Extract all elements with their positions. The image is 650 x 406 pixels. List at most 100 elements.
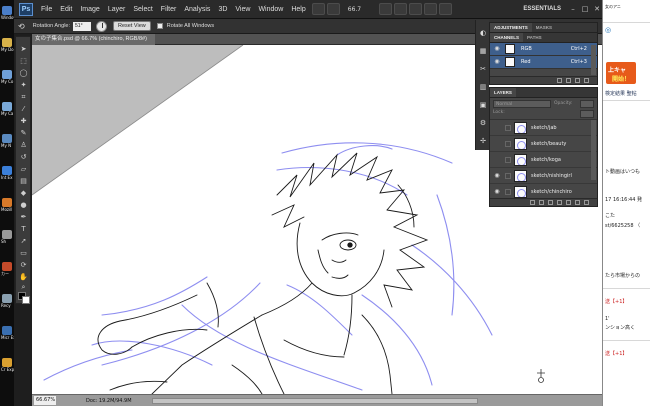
delete-channel-icon[interactable] — [584, 78, 589, 83]
background-color-swatch[interactable] — [22, 296, 30, 304]
document-tab[interactable]: 女の子集合.psd @ 66.7% (chinchiro, RGB/8#) — [32, 34, 155, 45]
screen-mode-icon[interactable] — [439, 3, 453, 15]
channel-row-red[interactable]: ◉ Red Ctrl+3 — [490, 56, 597, 69]
browser-text[interactable]: 検定結果 聖帖 — [605, 90, 637, 97]
zoom-tool-icon[interactable] — [394, 3, 408, 15]
move-tool-icon[interactable]: ➤ — [19, 45, 28, 54]
browser-vote-link[interactable]: 送【+1】 — [605, 350, 627, 357]
reset-view-button[interactable]: Reset View — [113, 21, 151, 31]
menu-layer[interactable]: Layer — [104, 0, 130, 19]
browser-vote-link[interactable]: 送【+1】 — [605, 298, 627, 305]
layer-row[interactable]: sketch/jab — [490, 120, 597, 136]
layer-link-box[interactable] — [505, 172, 511, 179]
eye-icon[interactable]: ◉ — [493, 188, 501, 196]
opacity-input[interactable] — [580, 100, 594, 108]
layer-row[interactable]: ◉ sketch/nishingirl — [490, 168, 597, 184]
desktop-icon[interactable]: Cr Exp — [1, 358, 14, 372]
arrange-documents-icon[interactable] — [424, 3, 438, 15]
menu-edit[interactable]: Edit — [56, 0, 76, 19]
layer-mask-icon[interactable] — [548, 200, 553, 205]
rotate-view-icon[interactable] — [409, 3, 423, 15]
hand-tool-icon[interactable]: ✋ — [19, 273, 28, 282]
lasso-tool-icon[interactable]: ◯ — [19, 69, 28, 78]
banner-ad[interactable]: 上キャ 開始！ — [606, 62, 636, 84]
path-selection-icon[interactable]: ➚ — [19, 237, 28, 246]
clone-stamp-icon[interactable]: ♙ — [19, 141, 28, 150]
layer-style-icon[interactable] — [539, 200, 544, 205]
workspace-switcher[interactable]: ESSENTIALS — [518, 4, 566, 14]
layer-row[interactable]: sketch/beauty — [490, 136, 597, 152]
rotation-dial[interactable] — [96, 20, 108, 32]
menu-view[interactable]: View — [231, 0, 254, 19]
adjustment-layer-icon[interactable] — [557, 200, 562, 205]
menu-analysis[interactable]: Analysis — [180, 0, 214, 19]
eye-icon[interactable] — [493, 156, 501, 164]
menu-help[interactable]: Help — [287, 0, 309, 19]
layers-scrollbar[interactable] — [591, 120, 596, 180]
menu-window[interactable]: Window — [254, 0, 287, 19]
3d-rotate-icon[interactable]: ⟳ — [19, 261, 28, 270]
pen-tool-icon[interactable]: ✒ — [19, 213, 28, 222]
shape-tool-icon[interactable]: ▭ — [19, 249, 28, 258]
fill-input[interactable] — [580, 110, 594, 118]
layer-link-box[interactable] — [505, 188, 511, 195]
eye-icon[interactable]: ◉ — [493, 58, 501, 66]
desktop-icon[interactable]: Sh — [1, 230, 13, 244]
bridge-button[interactable] — [311, 3, 325, 15]
desktop-icon[interactable]: Int Ex — [1, 166, 13, 180]
eyedropper-tool-icon[interactable]: ⁄ — [19, 105, 28, 114]
dodge-tool-icon[interactable]: ● — [19, 201, 28, 210]
desktop-icon[interactable]: My Co — [1, 70, 13, 84]
eye-icon[interactable]: ◉ — [493, 172, 501, 180]
horizontal-scrollbar[interactable] — [152, 398, 478, 404]
eraser-tool-icon[interactable]: ▱ — [19, 165, 28, 174]
desktop-icon[interactable]: Recy — [1, 294, 13, 308]
rotation-angle-input[interactable] — [73, 21, 92, 31]
desktop-icon[interactable]: My Ca — [1, 102, 13, 116]
browser-text[interactable]: st/6625258 （ — [605, 222, 640, 229]
menu-file[interactable]: File — [37, 0, 56, 19]
gradient-tool-icon[interactable]: ▤ — [19, 177, 28, 186]
eye-icon[interactable]: ◉ — [493, 45, 501, 53]
blur-tool-icon[interactable]: ◆ — [19, 189, 28, 198]
healing-brush-icon[interactable]: ✚ — [19, 117, 28, 126]
clone-source-icon[interactable]: ⚙ — [478, 118, 488, 128]
type-tool-icon[interactable]: T — [19, 225, 28, 234]
hand-tool-icon[interactable] — [379, 3, 393, 15]
rotate-all-windows-checkbox[interactable] — [156, 23, 163, 29]
tab-masks[interactable]: MASKS — [532, 23, 556, 32]
swatches-panel-icon[interactable]: ▦ — [478, 46, 488, 56]
browser-nav-icon[interactable]: ◎ — [605, 26, 611, 34]
brushes-panel-icon[interactable]: ✂ — [478, 64, 488, 74]
menu-3d[interactable]: 3D — [214, 0, 231, 19]
menu-select[interactable]: Select — [129, 0, 156, 19]
actions-panel-icon[interactable]: ▣ — [478, 100, 488, 110]
menu-image[interactable]: Image — [76, 0, 103, 19]
delete-layer-icon[interactable] — [584, 200, 589, 205]
mini-bridge-button[interactable] — [326, 3, 340, 15]
blend-mode-select[interactable]: Normal — [493, 100, 551, 108]
history-brush-icon[interactable]: ↺ — [19, 153, 28, 162]
info-panel-icon[interactable]: ✢ — [478, 136, 488, 146]
brush-tool-icon[interactable]: ✎ — [19, 129, 28, 138]
zoom-level-select[interactable]: 66.7 — [348, 6, 361, 13]
desktop-icon[interactable]: Mozill — [1, 198, 13, 212]
eye-icon[interactable] — [493, 140, 501, 148]
zoom-tool-icon[interactable]: ⌕ — [19, 283, 28, 292]
channel-row-rgb[interactable]: ◉ RGB Ctrl+2 — [490, 43, 597, 56]
magic-wand-icon[interactable]: ✦ — [19, 81, 28, 90]
layer-link-box[interactable] — [505, 140, 511, 147]
minimize-icon[interactable]: – — [568, 4, 578, 14]
crop-tool-icon[interactable]: ⌗ — [19, 93, 28, 102]
tab-channels[interactable]: CHANNELS — [490, 33, 524, 42]
load-selection-icon[interactable] — [557, 78, 562, 83]
marquee-tool-icon[interactable]: ⬚ — [19, 57, 28, 66]
color-panel-icon[interactable]: ◐ — [478, 28, 488, 38]
rotate-view-tool-icon[interactable]: ⟲ — [18, 22, 25, 31]
link-layers-icon[interactable] — [530, 200, 535, 205]
zoom-status-field[interactable]: 66.67% — [34, 396, 56, 405]
desktop-icon[interactable]: カー — [1, 262, 13, 276]
new-layer-icon[interactable] — [575, 200, 580, 205]
eye-icon[interactable] — [493, 124, 501, 132]
new-channel-icon[interactable] — [575, 78, 580, 83]
